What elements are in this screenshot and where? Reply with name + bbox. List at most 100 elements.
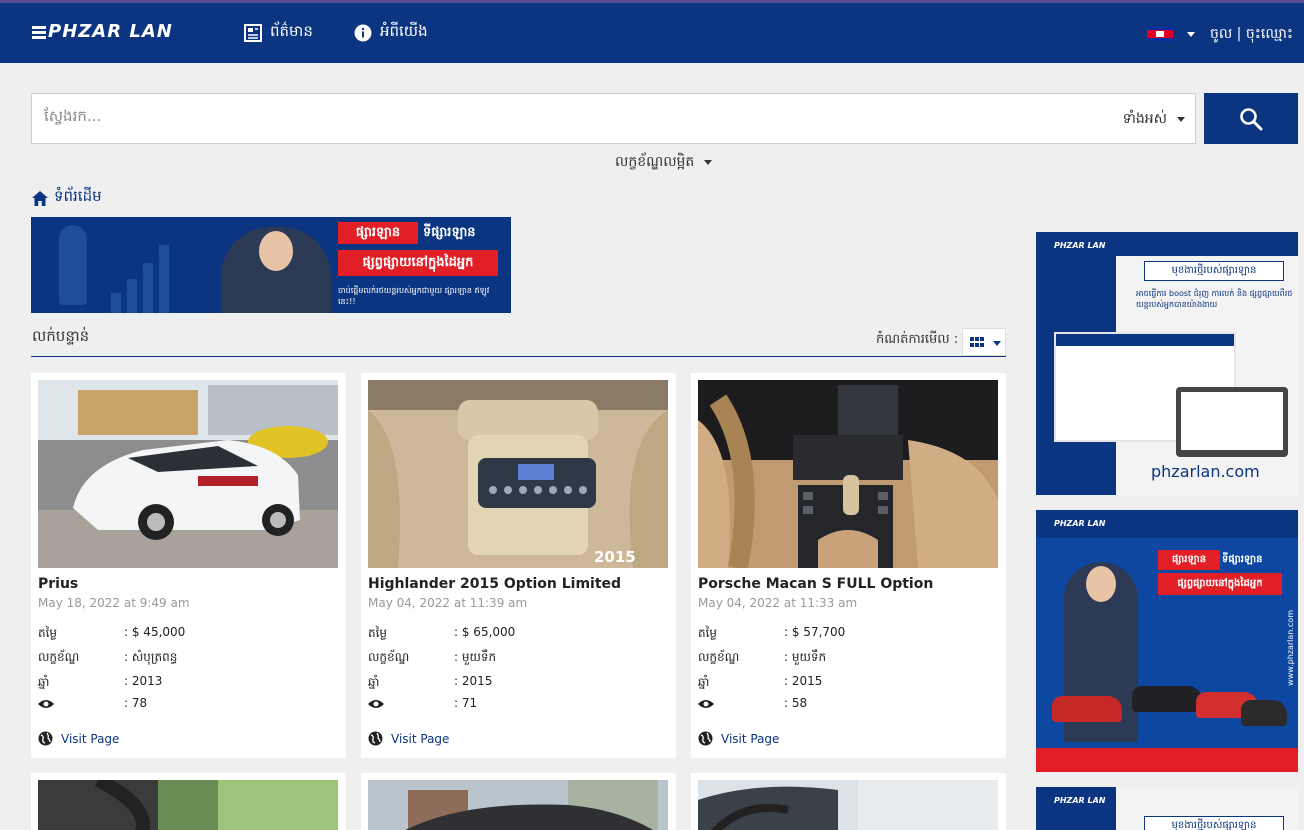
listing-card[interactable] <box>691 773 1006 830</box>
listing-title[interactable]: Porsche Macan S FULL Option <box>698 576 933 592</box>
home-icon <box>32 190 48 206</box>
listing-photo[interactable] <box>698 780 998 830</box>
spec-value-price: : $ 57,700 <box>784 625 846 639</box>
chevron-down-icon <box>993 341 1001 346</box>
promo-banner[interactable]: ផ្សារឡាន ទីផ្សារឡាន ផ្សព្វផ្សាយនៅក្នុងដៃ… <box>31 217 511 313</box>
visit-page-link[interactable]: Visit Page <box>38 731 119 746</box>
ad-headline: មុខងារថ្មីរបស់ផ្សារឡាន <box>1144 816 1284 830</box>
ad-logo: PHZAR LAN <box>1054 796 1106 805</box>
side-ad-feature-2[interactable]: PHZAR LAN មុខងារថ្មីរបស់ផ្សារឡាន <box>1036 787 1298 830</box>
search-box: ទាំងអស់ <box>31 93 1196 144</box>
info-icon <box>354 24 372 42</box>
ad-url: phzarlan.com <box>1151 462 1260 481</box>
car-image <box>1241 700 1287 726</box>
listing-photo[interactable]: 2015 <box>368 380 668 568</box>
ad-brand-tag-2: ទីផ្សារឡាន <box>1222 554 1263 565</box>
category-select[interactable]: ទាំងអស់ <box>1123 109 1185 130</box>
cambodia-flag-icon[interactable] <box>1147 27 1173 41</box>
visit-page-link[interactable]: Visit Page <box>368 731 449 746</box>
speed-lines-icon <box>32 30 46 34</box>
banner-brand-tag-2: ទីផ្សារឡាន <box>423 225 476 240</box>
search-button[interactable] <box>1204 93 1298 144</box>
spec-value-price: : $ 45,000 <box>124 625 186 639</box>
ad-footer-strip <box>1036 748 1298 772</box>
listing-title[interactable]: Highlander 2015 Option Limited <box>368 576 621 592</box>
search-icon <box>1240 108 1263 131</box>
visit-page-label: Visit Page <box>721 731 780 746</box>
spec-value-price: : $ 65,000 <box>454 625 516 639</box>
listing-date: May 04, 2022 at 11:39 am <box>368 596 528 610</box>
nav-news-label: ព័ត៌មាន <box>270 22 313 40</box>
ad-headline: មុខងារថ្មីរបស់ផ្សារឡាន <box>1144 261 1284 281</box>
top-navbar: PHZAR LAN ព័ត៌មាន អំពីយើង ចូល | ចុះឈ្មោះ <box>0 0 1304 63</box>
listing-photo[interactable] <box>698 380 998 568</box>
eye-icon <box>38 700 54 708</box>
nav-about-label: អំពីយើង <box>380 22 428 40</box>
spec-label-condition: លក្ខខ័ណ្ឌ <box>368 650 410 664</box>
chevron-down-icon <box>704 160 713 165</box>
view-mode-label: កំណត់ការមើល : <box>876 332 959 347</box>
breadcrumb[interactable]: ទំព័រដើម <box>32 187 102 209</box>
car-image <box>1052 696 1122 722</box>
visit-page-label: Visit Page <box>61 731 120 746</box>
visit-page-label: Visit Page <box>391 731 450 746</box>
search-input[interactable] <box>44 107 944 125</box>
nav-about[interactable]: អំពីយើង <box>354 22 428 44</box>
listing-card[interactable]: Porsche Macan S FULL Option May 04, 2022… <box>691 373 1006 758</box>
banner-brand-tag: ផ្សារឡាន <box>338 222 418 244</box>
globe-icon <box>38 731 53 746</box>
spec-value-year: : 2013 <box>124 674 163 688</box>
spec-value-views: : 78 <box>124 696 148 710</box>
listing-date: May 18, 2022 at 9:49 am <box>38 596 190 610</box>
listing-card[interactable] <box>31 773 346 830</box>
spec-label-year: ឆ្នាំ <box>38 675 50 689</box>
logo-text: PHZAR LAN <box>48 21 173 42</box>
listing-photo[interactable] <box>38 380 338 568</box>
ad-subtext: អាចធ្វើការ boost ជំរុញ ការលក់ និង ផ្សព្វ… <box>1136 289 1293 309</box>
photo-badge: 2015 <box>594 548 636 566</box>
spec-label-year: ឆ្នាំ <box>368 675 380 689</box>
newspaper-icon <box>244 24 262 42</box>
grid-view-icon <box>970 337 985 348</box>
listing-photo[interactable] <box>38 780 338 830</box>
globe-icon <box>698 731 713 746</box>
spec-label-condition: លក្ខខ័ណ្ឌ <box>698 650 740 664</box>
spec-value-year: : 2015 <box>454 674 493 688</box>
listing-title[interactable]: Prius <box>38 576 78 592</box>
visit-page-link[interactable]: Visit Page <box>698 731 779 746</box>
eye-icon <box>698 700 714 708</box>
spec-label-price: តម្លៃ <box>368 626 388 640</box>
spec-value-condition: : មួយទឹក <box>784 650 827 664</box>
view-mode-toggle[interactable] <box>962 328 1006 356</box>
banner-model-image <box>221 227 331 313</box>
car-image <box>1132 686 1202 712</box>
language-dropdown-caret[interactable] <box>1187 32 1195 37</box>
site-logo[interactable]: PHZAR LAN <box>32 21 173 42</box>
advanced-filter-label: លក្ខខ័ណ្ឌលម្អិត <box>615 154 695 170</box>
section-divider <box>31 356 1006 357</box>
login-register-link[interactable]: ចូល | ចុះឈ្មោះ <box>1210 24 1293 45</box>
spec-label-price: តម្លៃ <box>698 626 718 640</box>
side-ad-feature[interactable]: PHZAR LAN មុខងារថ្មីរបស់ផ្សារឡាន អាចធ្វើ… <box>1036 232 1298 495</box>
advanced-filter-toggle[interactable]: លក្ខខ័ណ្ឌលម្អិត <box>615 152 713 173</box>
spec-label-year: ឆ្នាំ <box>698 675 710 689</box>
breadcrumb-home: ទំព័រដើម <box>54 187 102 205</box>
listing-card[interactable]: Prius May 18, 2022 at 9:49 am តម្លៃ : $ … <box>31 373 346 758</box>
spec-value-condition: : មួយទឹក <box>454 650 497 664</box>
listing-photo[interactable] <box>368 780 668 830</box>
eye-icon <box>368 700 384 708</box>
listing-card[interactable] <box>361 773 676 830</box>
spec-value-views: : 71 <box>454 696 478 710</box>
ad-logo: PHZAR LAN <box>1054 519 1106 528</box>
rocket-graphic <box>59 225 87 305</box>
ad-vertical-url: www.phzarlan.com <box>1286 610 1295 686</box>
listing-date: May 04, 2022 at 11:33 am <box>698 596 858 610</box>
spec-value-views: : 58 <box>784 696 808 710</box>
nav-news[interactable]: ព័ត៌មាន <box>244 22 313 44</box>
laptop-image <box>1176 387 1288 457</box>
spec-value-year: : 2015 <box>784 674 823 688</box>
side-ad-promo[interactable]: PHZAR LAN ផ្សារឡាន ទីផ្សារឡាន ផ្សព្វផ្សា… <box>1036 510 1298 772</box>
ad-slogan: ផ្សព្វផ្សាយនៅក្នុងដៃអ្នក <box>1158 573 1282 595</box>
spec-label-condition: លក្ខខ័ណ្ឌ <box>38 650 80 664</box>
listing-card[interactable]: 2015 Highlander 2015 Option Limited May … <box>361 373 676 758</box>
